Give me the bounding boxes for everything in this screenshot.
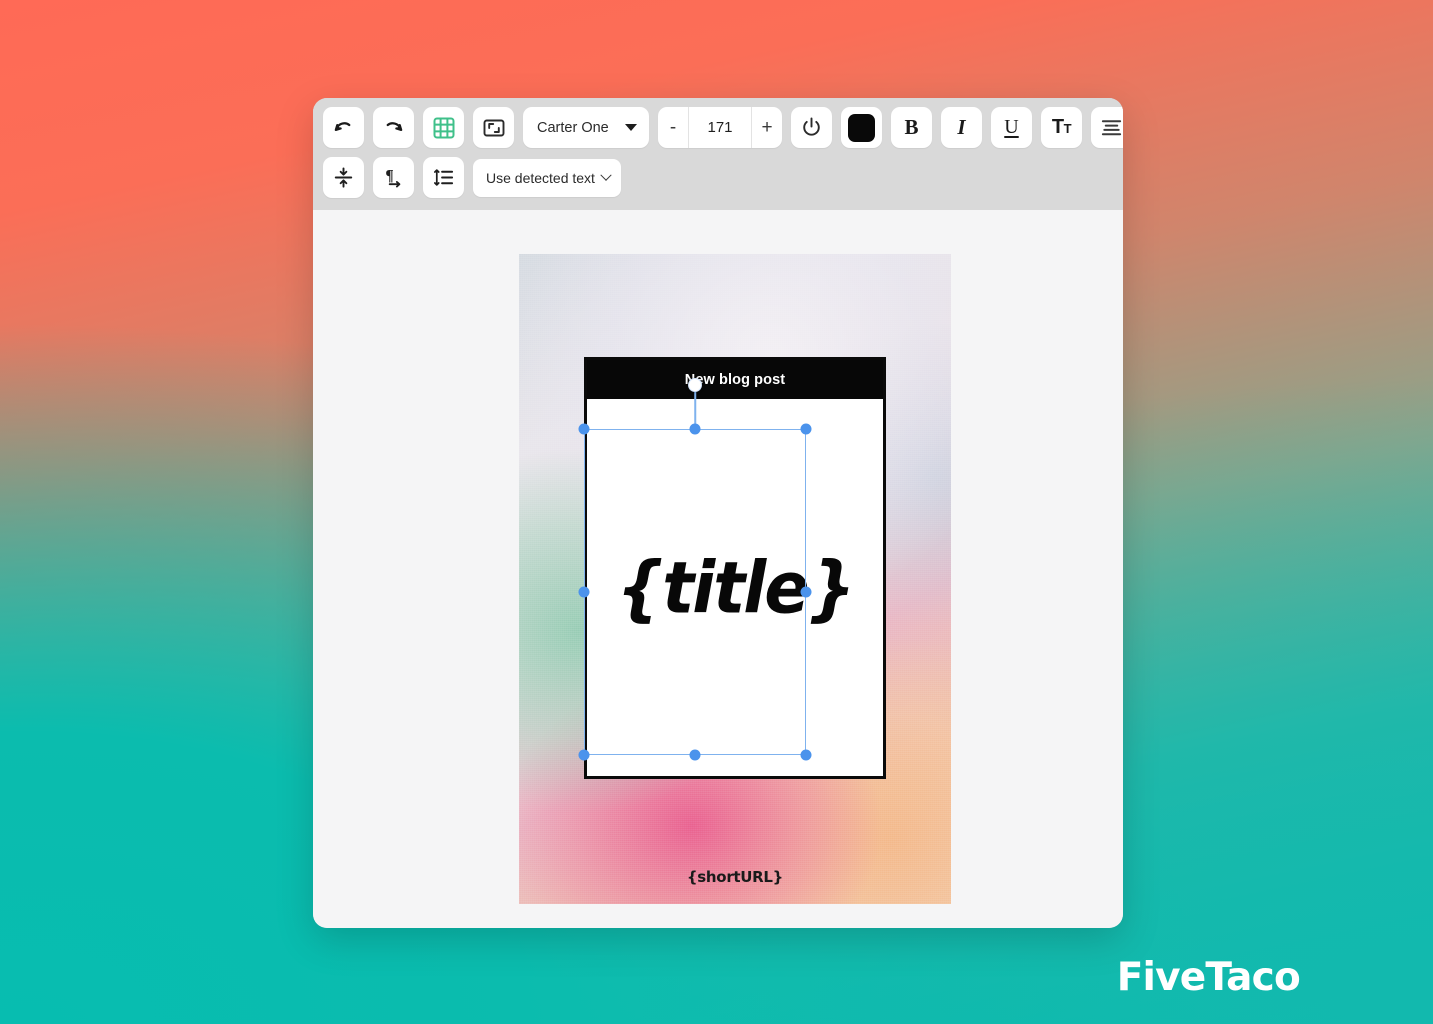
font-size-decrease-button[interactable]: - bbox=[658, 107, 688, 148]
chevron-down-icon bbox=[600, 169, 612, 181]
align-center-button[interactable] bbox=[1091, 107, 1123, 148]
toolbar-row-secondary: ¶ Use detected text bbox=[323, 157, 1113, 198]
rotate-handle[interactable] bbox=[688, 378, 702, 392]
text-size-button[interactable]: TT bbox=[1041, 107, 1082, 148]
redo-button[interactable] bbox=[373, 107, 414, 148]
poster-content-card[interactable]: New blog post {title} bbox=[584, 357, 886, 779]
editor-toolbar: Carter One - 171 + B I U TT ¶ Use detect… bbox=[313, 98, 1123, 210]
font-family-value: Carter One bbox=[537, 119, 609, 136]
underline-button[interactable]: U bbox=[991, 107, 1032, 148]
poster-short-url-text[interactable]: {shortURL} bbox=[519, 868, 951, 886]
bold-button[interactable]: B bbox=[891, 107, 932, 148]
editor-canvas[interactable]: New blog post {title} {shortURL} bbox=[313, 210, 1123, 928]
font-size-stepper[interactable]: - 171 + bbox=[658, 107, 782, 148]
grid-toggle-button[interactable] bbox=[423, 107, 464, 148]
poster-artboard[interactable]: New blog post {title} {shortURL} bbox=[519, 254, 951, 904]
text-direction-button[interactable]: ¶ bbox=[373, 157, 414, 198]
underline-icon: U bbox=[1004, 116, 1019, 138]
poster-banner[interactable]: New blog post bbox=[587, 360, 883, 399]
fivetaco-logo: FiveTaco bbox=[1116, 955, 1301, 1000]
resize-handle-top-center[interactable] bbox=[689, 423, 701, 435]
text-size-icon: TT bbox=[1051, 116, 1072, 138]
bold-icon: B bbox=[904, 115, 919, 139]
italic-icon: I bbox=[957, 115, 966, 139]
svg-text:¶: ¶ bbox=[385, 167, 393, 184]
power-button[interactable] bbox=[791, 107, 832, 148]
font-size-increase-button[interactable]: + bbox=[752, 107, 782, 148]
vertical-align-icon bbox=[332, 166, 355, 189]
vertical-align-button[interactable] bbox=[323, 157, 364, 198]
resize-button[interactable] bbox=[473, 107, 514, 148]
line-height-icon bbox=[432, 166, 455, 189]
resize-handle-bottom-center[interactable] bbox=[689, 749, 701, 761]
editor-window: Carter One - 171 + B I U TT ¶ Use detect… bbox=[313, 98, 1123, 928]
resize-handle-bottom-right[interactable] bbox=[800, 749, 812, 761]
font-size-input[interactable]: 171 bbox=[689, 119, 751, 136]
paragraph-direction-icon: ¶ bbox=[382, 166, 405, 189]
undo-button[interactable] bbox=[323, 107, 364, 148]
detected-text-value: Use detected text bbox=[486, 169, 595, 186]
page-backdrop: Carter One - 171 + B I U TT ¶ Use detect… bbox=[0, 0, 1433, 1024]
line-height-button[interactable] bbox=[423, 157, 464, 198]
redo-icon bbox=[382, 116, 405, 139]
resize-icon bbox=[482, 116, 506, 140]
color-swatch-icon bbox=[848, 113, 875, 142]
detected-text-select[interactable]: Use detected text bbox=[473, 158, 621, 197]
undo-icon bbox=[332, 116, 355, 139]
align-center-icon bbox=[1100, 116, 1123, 139]
power-icon bbox=[800, 116, 823, 139]
resize-handle-middle-right[interactable] bbox=[800, 586, 812, 598]
text-color-button[interactable] bbox=[841, 107, 882, 148]
grid-icon bbox=[432, 116, 456, 140]
resize-handle-top-left[interactable] bbox=[578, 423, 590, 435]
resize-handle-bottom-left[interactable] bbox=[578, 749, 590, 761]
poster-card-body: {title} bbox=[587, 399, 883, 776]
resize-handle-middle-left[interactable] bbox=[578, 586, 590, 598]
poster-title-text[interactable]: {title} bbox=[617, 546, 856, 629]
chevron-down-icon bbox=[625, 124, 637, 131]
font-family-select[interactable]: Carter One bbox=[523, 107, 649, 148]
italic-button[interactable]: I bbox=[941, 107, 982, 148]
toolbar-row-primary: Carter One - 171 + B I U TT bbox=[323, 107, 1123, 148]
resize-handle-top-right[interactable] bbox=[800, 423, 812, 435]
